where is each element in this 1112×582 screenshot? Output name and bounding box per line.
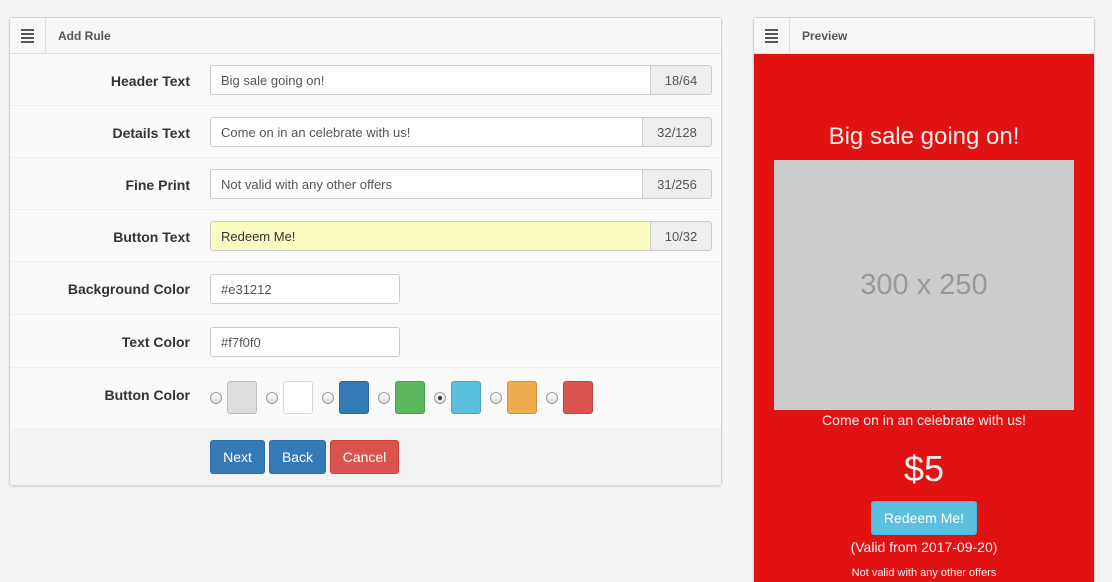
- preview-details-text: Come on in an celebrate with us!: [822, 412, 1026, 428]
- button-color-label: Button Color: [104, 387, 190, 403]
- button-text-label: Button Text: [113, 229, 190, 245]
- add-rule-panel: Add Rule Header Text 18/64 Details Text …: [9, 17, 722, 486]
- text-color-input[interactable]: [210, 327, 400, 357]
- next-button[interactable]: Next: [210, 440, 265, 474]
- preview-canvas: Big sale going on! 300 x 250 Come on in …: [754, 54, 1094, 582]
- button-color-swatch[interactable]: [227, 381, 257, 414]
- background-color-input[interactable]: [210, 274, 400, 304]
- button-color-options: [210, 381, 602, 414]
- button-color-swatch[interactable]: [563, 381, 593, 414]
- text-color-label: Text Color: [121, 334, 190, 350]
- button-color-radio[interactable]: [210, 391, 222, 404]
- back-button[interactable]: Back: [269, 440, 326, 474]
- cancel-button[interactable]: Cancel: [330, 440, 399, 474]
- header-text-row: Header Text 18/64: [10, 54, 721, 106]
- form-actions: Next Back Cancel: [10, 428, 721, 485]
- preview-price: $5: [903, 448, 945, 489]
- button-color-swatch[interactable]: [451, 381, 481, 414]
- fine-print-row: Fine Print 31/256: [10, 158, 721, 210]
- button-text-group: 10/32: [210, 221, 712, 251]
- button-color-radio[interactable]: [266, 391, 278, 404]
- add-rule-header: Add Rule: [10, 18, 721, 54]
- fine-print-counter: 31/256: [643, 169, 712, 199]
- details-text-group: 32/128: [210, 117, 712, 147]
- button-color-swatch[interactable]: [507, 381, 537, 414]
- fine-print-label: Fine Print: [125, 177, 190, 193]
- button-color-radio[interactable]: [434, 391, 446, 404]
- header-text-counter: 18/64: [651, 65, 712, 95]
- text-color-row: Text Color: [10, 315, 721, 368]
- details-text-row: Details Text 32/128: [10, 106, 721, 158]
- preview-header-text: Big sale going on!: [828, 123, 1020, 150]
- preview-valid-date: (Valid from 2017-09-20): [850, 539, 998, 555]
- preview-fine-print: Not valid with any other offers: [851, 567, 997, 579]
- preview-redeem-button[interactable]: Redeem Me!: [871, 501, 977, 535]
- details-text-counter: 32/128: [643, 117, 712, 147]
- button-color-radio[interactable]: [546, 391, 558, 404]
- details-text-label: Details Text: [112, 125, 190, 141]
- hamburger-icon[interactable]: [754, 18, 790, 53]
- preview-panel: Preview Big sale going on! 300 x 250 Com…: [753, 17, 1095, 582]
- button-color-swatch[interactable]: [283, 381, 313, 414]
- button-color-radio[interactable]: [322, 391, 334, 404]
- fine-print-group: 31/256: [210, 169, 712, 199]
- button-color-swatch[interactable]: [339, 381, 369, 414]
- button-color-row: Button Color: [10, 368, 721, 428]
- image-size-label: 300 x 250: [860, 268, 988, 301]
- button-color-radio[interactable]: [378, 391, 390, 404]
- button-text-row: Button Text 10/32: [10, 210, 721, 262]
- preview-header: Preview: [754, 18, 1094, 54]
- button-text-counter: 10/32: [651, 221, 712, 251]
- header-text-input[interactable]: [210, 65, 651, 95]
- background-color-row: Background Color: [10, 262, 721, 315]
- details-text-input[interactable]: [210, 117, 643, 147]
- button-text-input[interactable]: [210, 221, 651, 251]
- header-text-group: 18/64: [210, 65, 712, 95]
- button-color-swatch[interactable]: [395, 381, 425, 414]
- button-color-radio[interactable]: [490, 391, 502, 404]
- hamburger-icon[interactable]: [10, 18, 46, 53]
- add-rule-title: Add Rule: [58, 28, 111, 43]
- fine-print-input[interactable]: [210, 169, 643, 199]
- background-color-label: Background Color: [67, 281, 190, 297]
- preview-image-placeholder: 300 x 250: [774, 160, 1074, 410]
- preview-title: Preview: [802, 28, 848, 43]
- header-text-label: Header Text: [110, 73, 190, 89]
